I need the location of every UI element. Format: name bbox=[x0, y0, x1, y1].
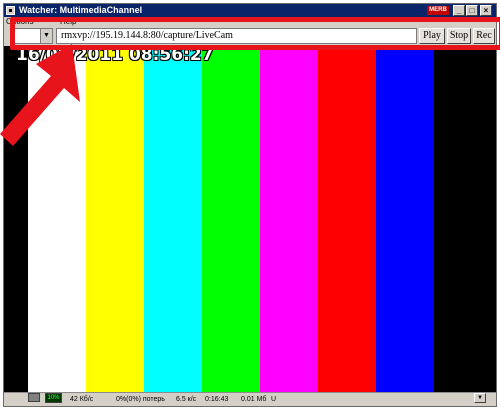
rec-button[interactable]: Rec bbox=[473, 28, 495, 44]
status-size: 0.01 Мб bbox=[241, 396, 267, 403]
window-title: Watcher: MultimediaChannel bbox=[19, 5, 143, 15]
volume-meter[interactable]: 10% bbox=[45, 393, 62, 403]
title-bar: Watcher: MultimediaChannel MERB _ □ × bbox=[4, 4, 496, 17]
status-flag: U bbox=[271, 396, 277, 403]
minimize-button[interactable]: _ bbox=[453, 5, 465, 16]
maximize-button[interactable]: □ bbox=[466, 5, 478, 16]
status-bar: 10% 42 Кб/с 0%(0%) потерь 6.5 к/с 0:16:4… bbox=[4, 392, 496, 406]
status-bitrate: 42 Кб/с bbox=[70, 396, 94, 403]
status-time: 0:16:43 bbox=[205, 396, 229, 403]
color-bar bbox=[318, 46, 376, 392]
close-button[interactable]: × bbox=[480, 5, 492, 16]
play-button[interactable]: Play bbox=[419, 28, 445, 44]
menu-bar: Options Help bbox=[4, 17, 496, 26]
status-dropdown-icon[interactable]: ▼ bbox=[474, 393, 486, 403]
color-bar bbox=[434, 46, 496, 392]
url-input[interactable]: rmxvp://195.19.144.8:80/capture/LiveCam bbox=[56, 28, 417, 44]
stop-button[interactable]: Stop bbox=[447, 28, 471, 44]
color-bar bbox=[376, 46, 434, 392]
status-fps: 6.5 к/с bbox=[176, 396, 197, 403]
camera-icon[interactable] bbox=[28, 393, 40, 402]
color-bar bbox=[86, 46, 144, 392]
status-loss: 0%(0%) потерь bbox=[116, 396, 165, 403]
brand-badge: MERB bbox=[427, 6, 449, 15]
menu-item-options[interactable]: Options bbox=[6, 17, 34, 26]
app-icon[interactable] bbox=[6, 6, 15, 15]
color-bar bbox=[260, 46, 318, 392]
menu-item-help[interactable]: Help bbox=[60, 17, 76, 26]
annotation-arrow-icon bbox=[0, 44, 80, 146]
color-bar bbox=[202, 46, 260, 392]
color-bar bbox=[144, 46, 202, 392]
